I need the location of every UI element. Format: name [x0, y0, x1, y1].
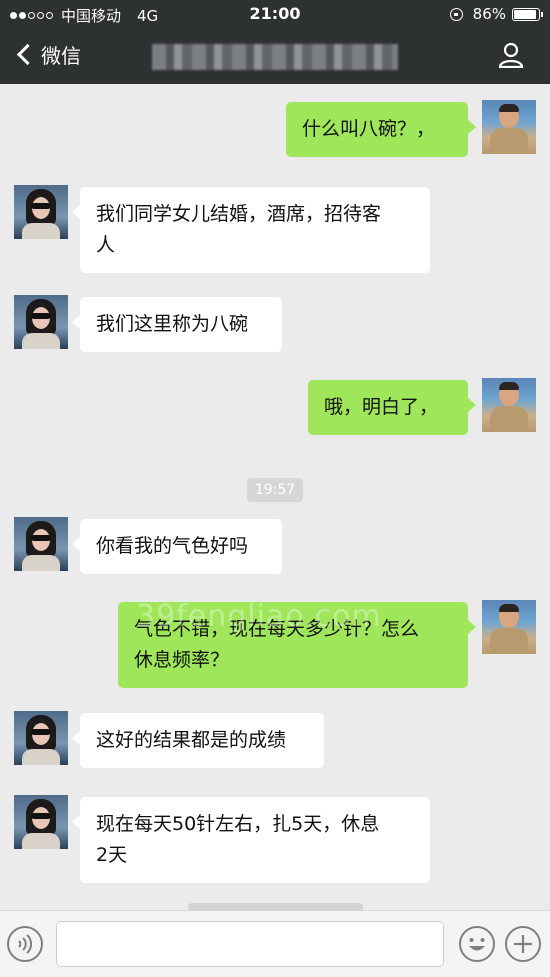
back-label: 微信 — [41, 44, 81, 68]
message-text: 我们这里称为八碗 — [96, 313, 249, 335]
message-text-line: 休息频率？ — [134, 649, 230, 671]
message-bubble-other[interactable]: 这好的结果都是的成绩 — [72, 713, 324, 768]
message-text-line: 2天 — [96, 844, 128, 866]
plus-icon[interactable] — [504, 925, 542, 963]
battery-icon — [512, 7, 543, 21]
back-button[interactable]: 微信 — [14, 40, 81, 69]
chat-title-redacted — [152, 44, 398, 70]
message-bubble-self[interactable]: 气色不错，现在每天多少针？怎么 休息频率？ — [118, 602, 476, 688]
message-bubble-other[interactable]: 你看我的气色好吗 — [72, 519, 282, 574]
chat-area: 什么叫八碗？， 我们同学女儿结婚，酒席，招待客 人 我们这里称为八碗 哦，明白了… — [0, 84, 550, 904]
contact-avatar[interactable] — [14, 295, 68, 349]
self-avatar[interactable] — [482, 600, 536, 654]
message-bubble-self[interactable]: 哦，明白了， — [308, 380, 476, 435]
message-text-line: 我们同学女儿结婚，酒席，招待客 — [96, 203, 382, 225]
status-bar: 中国移动 4G 21:00 86% — [0, 0, 550, 28]
message-text: 哦，明白了， — [324, 396, 439, 418]
message-bubble-self[interactable]: 什么叫八碗？， — [286, 102, 476, 157]
status-right: 86% — [449, 5, 543, 23]
contact-avatar[interactable] — [14, 795, 68, 849]
contact-avatar[interactable] — [14, 517, 68, 571]
input-bar — [0, 903, 550, 977]
voice-icon[interactable] — [6, 925, 44, 963]
message-bubble-other[interactable]: 我们这里称为八碗 — [72, 297, 282, 352]
chevron-left-icon — [16, 43, 39, 66]
message-text: 你看我的气色好吗 — [96, 535, 249, 557]
message-text-line: 人 — [96, 234, 116, 256]
message-text-line: 气色不错，现在每天多少针？怎么 — [134, 618, 420, 640]
message-input[interactable] — [56, 921, 444, 967]
rotation-lock-icon — [449, 7, 463, 21]
emoji-icon[interactable] — [458, 925, 496, 963]
message-text-line: 现在每天50针左右，扎5天，休息 — [96, 813, 380, 835]
battery-percentage: 86% — [472, 5, 506, 23]
message-bubble-other[interactable]: 现在每天50针左右，扎5天，休息 2天 — [72, 797, 430, 883]
message-text: 什么叫八碗？， — [302, 118, 436, 140]
chat-timestamp: 19:57 — [247, 478, 303, 502]
contact-avatar[interactable] — [14, 711, 68, 765]
message-bubble-other[interactable]: 我们同学女儿结婚，酒席，招待客 人 — [72, 187, 430, 273]
self-avatar[interactable] — [482, 378, 536, 432]
self-avatar[interactable] — [482, 100, 536, 154]
scroll-hint — [188, 903, 363, 911]
nav-bar: 微信 — [0, 28, 550, 84]
message-text: 这好的结果都是的成绩 — [96, 729, 287, 751]
contact-avatar[interactable] — [14, 185, 68, 239]
person-icon[interactable] — [498, 42, 524, 68]
